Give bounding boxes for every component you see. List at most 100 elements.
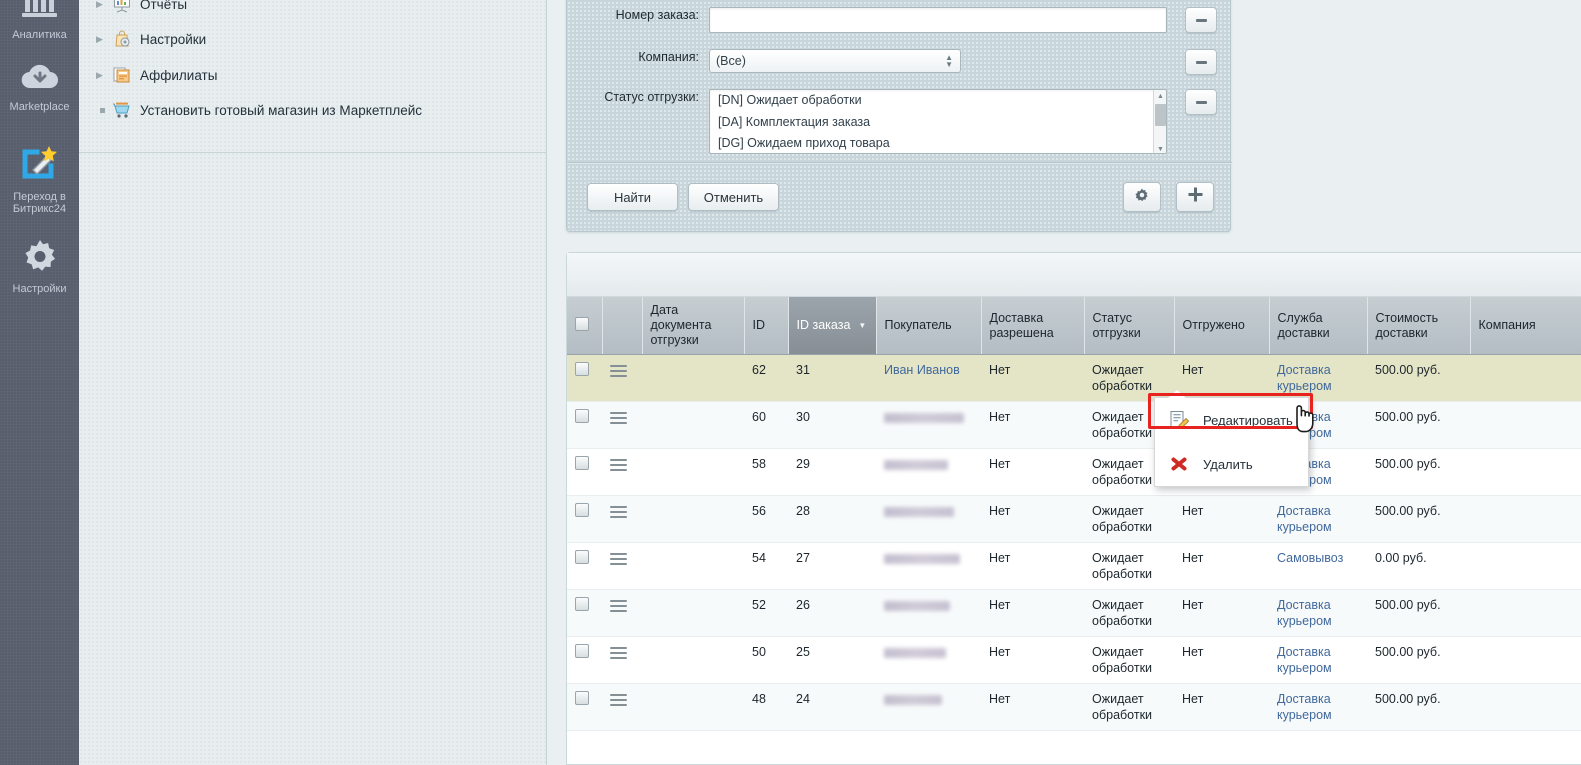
table-row[interactable]: 5829НетОжидает обработкиНетДоставка курь… (567, 448, 1581, 496)
listbox-option[interactable]: [DA] Комплектация заказа (710, 112, 1166, 134)
row-select-cell[interactable] (567, 542, 602, 590)
select-all-header[interactable] (567, 297, 603, 355)
search-button[interactable]: Найти (587, 183, 678, 211)
scroll-up-icon[interactable]: ▲ (1154, 90, 1166, 102)
row-actions-cell[interactable] (602, 495, 642, 543)
row-actions-cell[interactable] (602, 542, 642, 590)
cell-customer[interactable] (876, 683, 981, 731)
row-menu-icon[interactable] (610, 456, 627, 474)
select-all-checkbox[interactable] (575, 316, 589, 331)
row-actions-cell[interactable] (602, 354, 642, 402)
cell-delivery-service[interactable]: Доставка курьером (1269, 495, 1367, 543)
row-select-cell[interactable] (567, 354, 602, 402)
tree-item-install-shop[interactable]: Установить готовый магазин из Маркетплей… (79, 92, 547, 128)
delivery-service-link[interactable]: Доставка курьером (1277, 598, 1332, 628)
cell-customer[interactable] (876, 589, 981, 637)
row-select-cell[interactable] (567, 448, 602, 496)
cell-customer[interactable] (876, 636, 981, 684)
cell-customer[interactable] (876, 401, 981, 449)
table-row[interactable]: 50 25 Нет Ожидает обработки Нет Доставка курь… (567, 636, 1581, 684)
row-checkbox[interactable] (575, 644, 589, 658)
tree-item-settings[interactable]: ▶ Настройки (79, 21, 547, 57)
table-row[interactable]: 52 26 Нет Ожидает обработки Нет Доставка курь… (567, 589, 1581, 637)
row-select-cell[interactable] (567, 495, 602, 543)
cell-customer[interactable] (876, 495, 981, 543)
rail-item-bitrix24[interactable]: Переход в Битрикс24 (0, 146, 79, 215)
tree-item-reports[interactable]: ▶ Отчёты (79, 0, 547, 22)
delivery-service-link[interactable]: Доставка курьером (1277, 692, 1332, 722)
cell-customer[interactable] (876, 542, 981, 590)
table-row[interactable]: 48 24 Нет Ожидает обработки Нет Доставка курь… (567, 683, 1581, 731)
order-number-input[interactable] (709, 7, 1167, 33)
ship-status-listbox[interactable]: [DN] Ожидает обработки [DA] Комплектация… (709, 89, 1167, 154)
cancel-button[interactable]: Отменить (688, 183, 779, 211)
row-actions-cell[interactable] (602, 683, 642, 731)
cell-customer[interactable]: Иван Иванов (876, 354, 981, 402)
col-ship-doc-date[interactable]: Дата документа отгрузки (642, 297, 745, 355)
filter-settings-button[interactable] (1123, 182, 1161, 212)
rail-item-analytics[interactable]: Аналитика (0, 0, 79, 41)
remove-filter-row-button[interactable] (1185, 49, 1217, 75)
chevron-right-icon[interactable]: ▶ (96, 34, 108, 44)
row-menu-icon[interactable] (610, 362, 627, 380)
col-delivery-cost[interactable]: Стоимость доставки (1367, 297, 1471, 355)
col-delivery-service[interactable]: Служба доставки (1269, 297, 1368, 355)
row-select-cell[interactable] (567, 589, 602, 637)
row-select-cell[interactable] (567, 401, 602, 449)
rail-item-marketplace[interactable]: Marketplace (0, 62, 79, 113)
row-select-cell[interactable] (567, 683, 602, 731)
customer-link[interactable]: Иван Иванов (884, 363, 960, 377)
row-menu-icon[interactable] (610, 597, 627, 615)
table-row[interactable]: 62 31 Иван Иванов Нет Ожидает обработки Нет До… (567, 354, 1581, 402)
cell-delivery-service[interactable]: Доставка курьером (1269, 683, 1367, 731)
row-menu-icon[interactable] (610, 644, 627, 662)
remove-filter-row-button[interactable] (1185, 7, 1217, 33)
row-actions-cell[interactable] (602, 636, 642, 684)
listbox-option[interactable]: [DG] Ожидаем приход товара (710, 133, 1166, 153)
delivery-service-link[interactable]: Самовывоз (1277, 551, 1343, 565)
row-menu-icon[interactable] (610, 691, 627, 709)
col-shipped[interactable]: Отгружено (1174, 297, 1270, 355)
row-menu-icon[interactable] (610, 550, 627, 568)
col-customer[interactable]: Покупатель (876, 297, 982, 355)
row-actions-cell[interactable] (602, 589, 642, 637)
row-actions-cell[interactable] (602, 401, 642, 449)
row-select-cell[interactable] (567, 636, 602, 684)
col-order-id[interactable]: ID заказа ▼ (788, 297, 877, 355)
delivery-service-link[interactable]: Доставка курьером (1277, 645, 1332, 675)
scrollbar-thumb[interactable] (1155, 104, 1166, 126)
col-company[interactable]: Компания (1470, 297, 1581, 355)
table-row[interactable]: 56 28 Нет Ожидает обработки Нет Доставка курь… (567, 495, 1581, 543)
delivery-service-link[interactable]: Доставка курьером (1277, 363, 1332, 393)
company-select[interactable]: (Все) ▲ ▼ (709, 49, 961, 73)
chevron-right-icon[interactable]: ▶ (96, 70, 108, 80)
remove-filter-row-button[interactable] (1185, 89, 1217, 115)
cell-delivery-service[interactable]: Самовывоз (1269, 542, 1367, 590)
row-checkbox[interactable] (575, 550, 589, 564)
listbox-option[interactable]: [DN] Ожидает обработки (710, 90, 1166, 112)
chevron-right-icon[interactable]: ▶ (96, 0, 108, 9)
row-checkbox[interactable] (575, 597, 589, 611)
col-delivery-allowed[interactable]: Доставка разрешена (981, 297, 1085, 355)
context-menu-item-delete[interactable]: Удалить (1155, 442, 1308, 486)
table-row[interactable]: 54 27 Нет Ожидает обработки Нет Самовывоз 0.00… (567, 542, 1581, 590)
row-menu-icon[interactable] (610, 409, 627, 427)
listbox-scrollbar[interactable]: ▲ ▼ (1153, 90, 1166, 153)
row-checkbox[interactable] (575, 409, 589, 423)
row-menu-icon[interactable] (610, 503, 627, 521)
cell-customer[interactable] (876, 448, 981, 496)
row-checkbox[interactable] (575, 503, 589, 517)
col-id[interactable]: ID (744, 297, 789, 355)
add-filter-button[interactable] (1176, 182, 1214, 212)
row-checkbox[interactable] (575, 456, 589, 470)
delivery-service-link[interactable]: Доставка курьером (1277, 504, 1332, 534)
row-actions-cell[interactable] (602, 448, 642, 496)
rail-item-settings[interactable]: Настройки (0, 238, 79, 295)
row-checkbox[interactable] (575, 362, 589, 376)
table-row[interactable]: 6030НетОжидает обработкиНетДоставка курь… (567, 401, 1581, 449)
row-checkbox[interactable] (575, 691, 589, 705)
cell-delivery-service[interactable]: Доставка курьером (1269, 589, 1367, 637)
tree-item-affiliates[interactable]: ▶ Аффилиаты (79, 57, 547, 93)
scroll-down-icon[interactable]: ▼ (1154, 143, 1166, 153)
cell-delivery-service[interactable]: Доставка курьером (1269, 636, 1367, 684)
